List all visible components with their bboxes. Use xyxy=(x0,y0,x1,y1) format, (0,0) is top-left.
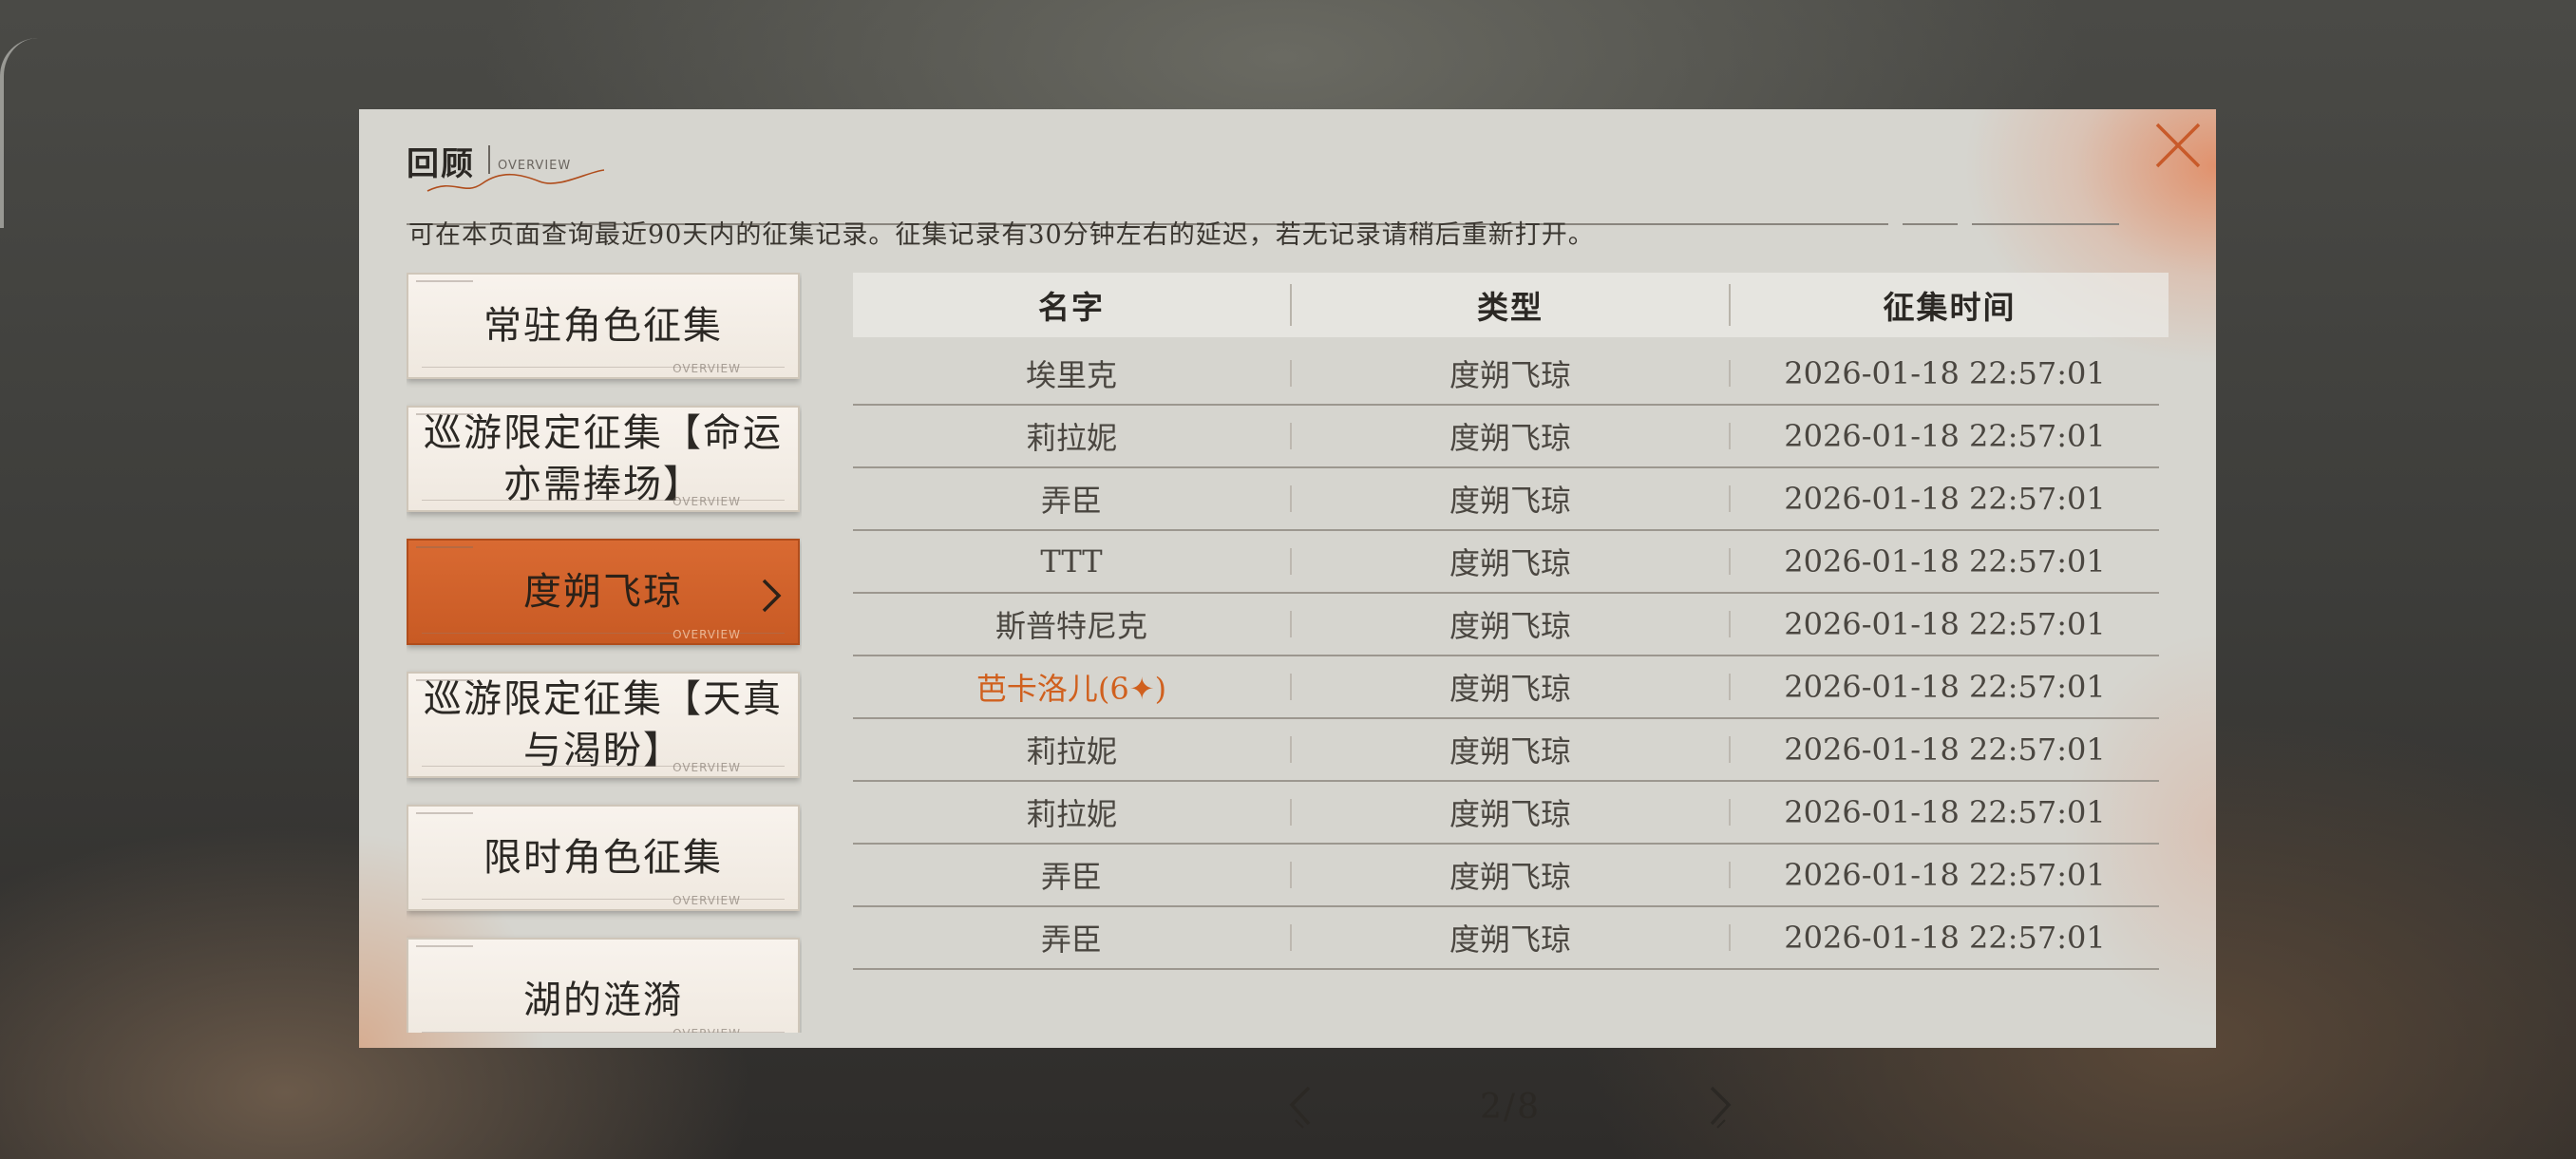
cell-time: 2026-01-18 22:57:01 xyxy=(1784,794,2106,830)
cell-name: TTT xyxy=(1040,543,1103,580)
decorative-text: OVERVIEW xyxy=(672,628,741,641)
cell-name: 弄臣 xyxy=(1040,922,1102,958)
cell-name: 莉拉妮 xyxy=(1025,420,1117,456)
swoosh-decoration xyxy=(426,169,605,192)
chevron-right-icon xyxy=(762,579,782,613)
banner-item-tour-fate[interactable]: 巡游限定征集【命运亦需捧场】 OVERVIEW xyxy=(407,406,800,512)
cell-type: 度朔飞琼 xyxy=(1449,420,1571,456)
cell-type: 度朔飞琼 xyxy=(1449,545,1571,581)
table-row: 弄臣 度朔飞琼 2026-01-18 22:57:01 xyxy=(853,907,2159,970)
decorative-text: OVERVIEW xyxy=(672,894,741,907)
table-row: 芭卡洛儿(6✦) 度朔飞琼 2026-01-18 22:57:01 xyxy=(853,656,2159,719)
next-page-button[interactable] xyxy=(1700,1082,1738,1131)
cell-type: 度朔飞琼 xyxy=(1449,357,1571,393)
background-decoration xyxy=(0,38,42,228)
cell-time: 2026-01-18 22:57:01 xyxy=(1784,732,2106,768)
banner-item-tour-innocence[interactable]: 巡游限定征集【天真与渴盼】 OVERVIEW xyxy=(407,672,800,778)
table-header: 名字 类型 征集时间 xyxy=(853,273,2169,337)
column-header-name: 名字 xyxy=(1038,289,1105,326)
cell-name: 埃里克 xyxy=(1025,357,1117,393)
cell-time: 2026-01-18 22:57:01 xyxy=(1784,355,2106,391)
table-row: 莉拉妮 度朔飞琼 2026-01-18 22:57:01 xyxy=(853,719,2159,782)
cell-name: 斯普特尼克 xyxy=(994,608,1147,644)
decorative-text: OVERVIEW xyxy=(672,362,741,375)
overview-panel: 回顾 OVERVIEW 可在本页面查询最近90天内的征集记录。征集记录有30分钟… xyxy=(359,109,2216,1129)
cell-type: 度朔飞琼 xyxy=(1449,733,1571,770)
table-row: 弄臣 度朔飞琼 2026-01-18 22:57:01 xyxy=(853,845,2159,907)
cell-time: 2026-01-18 22:57:01 xyxy=(1784,857,2106,893)
table-row: 埃里克 度朔飞琼 2026-01-18 22:57:01 xyxy=(853,343,2159,406)
cell-time: 2026-01-18 22:57:01 xyxy=(1784,920,2106,956)
cell-time: 2026-01-18 22:57:01 xyxy=(1784,418,2106,454)
prev-page-button[interactable] xyxy=(1282,1082,1320,1131)
banner-item-dushuo-feiqiong[interactable]: 度朔飞琼 OVERVIEW xyxy=(407,539,800,645)
cell-name: 莉拉妮 xyxy=(1025,796,1117,832)
column-header-type: 类型 xyxy=(1477,289,1544,326)
cell-name: 弄臣 xyxy=(1040,483,1102,519)
chevron-right-icon xyxy=(1710,1086,1732,1129)
pagination: 2/8 xyxy=(853,1078,2169,1135)
table-row: 斯普特尼克 度朔飞琼 2026-01-18 22:57:01 xyxy=(853,594,2159,656)
table-row: TTT 度朔飞琼 2026-01-18 22:57:01 xyxy=(853,531,2159,594)
cell-name: 弄臣 xyxy=(1040,859,1102,895)
chevron-left-icon xyxy=(1289,1086,1311,1129)
cell-type: 度朔飞琼 xyxy=(1449,483,1571,519)
cell-time: 2026-01-18 22:57:01 xyxy=(1784,481,2106,517)
header-divider-end xyxy=(1972,223,2119,225)
decorative-text: OVERVIEW xyxy=(672,1027,741,1033)
cell-time: 2026-01-18 22:57:01 xyxy=(1784,669,2106,705)
description-text: 可在本页面查询最近90天内的征集记录。征集记录有30分钟左右的延迟，若无记录请稍… xyxy=(408,220,1595,250)
table-row: 弄臣 度朔飞琼 2026-01-18 22:57:01 xyxy=(853,468,2159,531)
banner-item-limited[interactable]: 限时角色征集 OVERVIEW xyxy=(407,805,800,911)
header-divider-short xyxy=(1903,223,1958,225)
column-header-time: 征集时间 xyxy=(1883,289,2017,326)
table-row: 莉拉妮 度朔飞琼 2026-01-18 22:57:01 xyxy=(853,782,2159,845)
panel-header: 回顾 OVERVIEW xyxy=(407,138,2183,225)
decorative-line xyxy=(416,945,473,947)
decorative-text: OVERVIEW xyxy=(672,495,741,508)
decorative-text: OVERVIEW xyxy=(672,761,741,774)
cell-type: 度朔飞琼 xyxy=(1449,922,1571,958)
banner-item-standard[interactable]: 常驻角色征集 OVERVIEW xyxy=(407,273,800,379)
table-row: 莉拉妮 度朔飞琼 2026-01-18 22:57:01 xyxy=(853,406,2159,468)
cell-type: 度朔飞琼 xyxy=(1449,671,1571,707)
cell-name: 芭卡洛儿(6✦) xyxy=(975,671,1167,707)
cell-time: 2026-01-18 22:57:01 xyxy=(1784,543,2106,580)
cell-type: 度朔飞琼 xyxy=(1449,859,1571,895)
banner-item-label: 湖的涟漪 xyxy=(523,978,683,1022)
cell-time: 2026-01-18 22:57:01 xyxy=(1784,606,2106,642)
banner-item-lake-ripple[interactable]: 湖的涟漪 OVERVIEW xyxy=(407,938,800,1033)
cell-name: 莉拉妮 xyxy=(1025,733,1117,770)
banner-list: 常驻角色征集 OVERVIEW 巡游限定征集【命运亦需捧场】 OVERVIEW … xyxy=(407,273,802,1033)
cell-type: 度朔飞琼 xyxy=(1449,796,1571,832)
page-indicator: 2/8 xyxy=(1480,1087,1541,1127)
cell-type: 度朔飞琼 xyxy=(1449,608,1571,644)
